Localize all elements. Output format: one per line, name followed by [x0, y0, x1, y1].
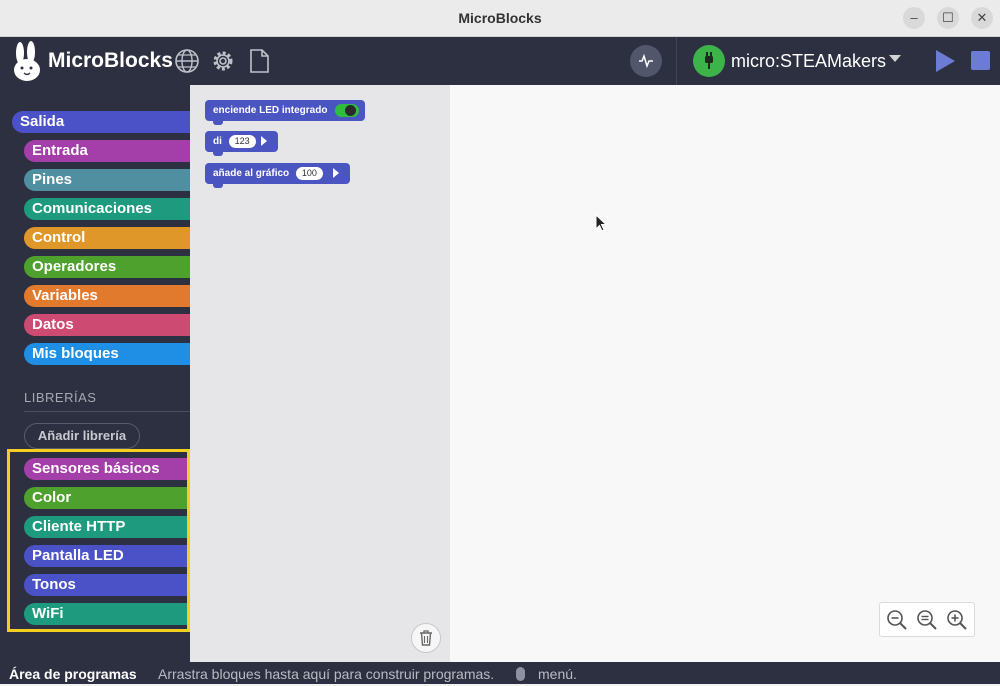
zoom-in-icon[interactable]	[946, 609, 968, 631]
status-menu-text: menú.	[538, 666, 577, 682]
plug-glyph	[705, 52, 713, 69]
block-value-input[interactable]: 123	[228, 135, 256, 148]
trash-icon	[420, 630, 432, 646]
block-value-input[interactable]: 100	[295, 167, 323, 180]
category-item-0[interactable]: Salida	[12, 111, 190, 133]
expand-arrow-icon[interactable]	[261, 136, 267, 146]
category-item-3[interactable]: Comunicaciones	[24, 198, 190, 220]
category-item-1[interactable]: Entrada	[24, 140, 190, 162]
maximize-button[interactable]: ☐	[937, 7, 959, 29]
toggle-knob	[345, 105, 356, 116]
minimize-button[interactable]: –	[903, 7, 925, 29]
block-label: di	[213, 136, 222, 147]
mouse-icon	[516, 667, 525, 681]
block-notch	[213, 184, 223, 188]
block-label: añade al gráfico	[213, 168, 290, 179]
category-item-4[interactable]: Control	[24, 227, 190, 249]
play-icon[interactable]	[936, 50, 955, 72]
app-name: MicroBlocks	[48, 49, 173, 72]
status-hint: Arrastra bloques hasta aquí para constru…	[158, 666, 495, 682]
block-anade-grafico[interactable]: añade al gráfico 100	[205, 163, 350, 184]
libraries-heading: LIBRERÍAS	[24, 390, 97, 405]
board-name[interactable]: micro:STEAMakers	[731, 37, 886, 85]
category-item-6[interactable]: Variables	[24, 285, 190, 307]
window-title: MicroBlocks	[458, 10, 542, 26]
cursor-icon	[595, 214, 607, 232]
scripting-area[interactable]	[450, 85, 1000, 662]
category-item-8[interactable]: Mis bloques	[24, 343, 190, 365]
add-library-button[interactable]: Añadir librería	[24, 423, 140, 449]
status-bar	[0, 662, 1000, 684]
file-icon[interactable]	[246, 48, 272, 74]
category-item-5[interactable]: Operadores	[24, 256, 190, 278]
graph-icon	[639, 53, 653, 69]
stop-icon[interactable]	[971, 51, 990, 70]
gear-icon[interactable]	[210, 48, 236, 74]
microblocks-logo-icon[interactable]	[8, 41, 46, 83]
block-di[interactable]: di 123	[205, 131, 278, 152]
block-label: enciende LED integrado	[213, 105, 328, 116]
zoom-reset-icon[interactable]	[916, 609, 938, 631]
chevron-down-icon[interactable]	[889, 55, 901, 62]
globe-icon[interactable]	[174, 48, 200, 74]
libraries-divider	[24, 411, 190, 412]
zoom-out-icon[interactable]	[886, 609, 908, 631]
block-notch	[213, 152, 223, 156]
status-title: Área de programas	[9, 666, 137, 682]
category-item-7[interactable]: Datos	[24, 314, 190, 336]
expand-arrow-icon[interactable]	[333, 168, 339, 178]
block-notch	[213, 121, 223, 125]
close-button[interactable]: ✕	[971, 7, 993, 29]
category-item-2[interactable]: Pines	[24, 169, 190, 191]
library-highlight-box	[7, 449, 190, 632]
